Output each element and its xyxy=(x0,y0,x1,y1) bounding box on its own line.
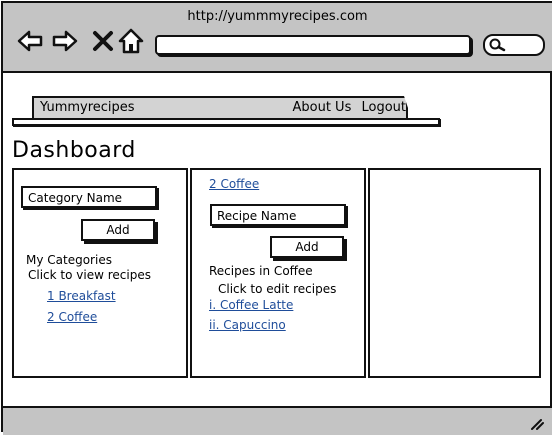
search-icon xyxy=(489,38,506,52)
recipe-link-latte[interactable]: i. Coffee Latte xyxy=(209,298,293,312)
detail-panel xyxy=(368,168,541,378)
recipe-name-input[interactable]: Recipe Name xyxy=(210,204,346,226)
recipes-panel: 2 Coffee Recipe Name Add Recipes in Coff… xyxy=(190,168,366,378)
status-bar xyxy=(3,406,552,435)
nav-brand[interactable]: Yummyrecipes xyxy=(40,100,135,115)
categories-hint: Click to view recipes xyxy=(28,268,151,282)
recipe-link-capuccino[interactable]: ii. Capuccino xyxy=(209,318,286,332)
home-icon[interactable] xyxy=(117,27,145,55)
category-link-coffee[interactable]: 2 Coffee xyxy=(47,310,97,324)
nav-underline xyxy=(12,118,440,126)
category-link-breakfast[interactable]: 1 Breakfast xyxy=(47,289,116,303)
add-recipe-button[interactable]: Add xyxy=(270,236,344,258)
search-box[interactable] xyxy=(483,34,545,56)
forward-icon[interactable] xyxy=(51,27,79,55)
page-title: Dashboard xyxy=(12,138,136,163)
nav-right-links: About Us Logout xyxy=(286,100,406,115)
category-name-input[interactable]: Category Name xyxy=(21,186,157,208)
address-bar[interactable] xyxy=(155,35,471,55)
add-category-button[interactable]: Add xyxy=(81,219,155,241)
recipes-heading: Recipes in Coffee xyxy=(209,264,313,278)
my-categories-heading: My Categories xyxy=(26,253,112,267)
selected-category-link[interactable]: 2 Coffee xyxy=(209,177,259,191)
nav-logout-link[interactable]: Logout xyxy=(361,100,406,115)
back-icon[interactable] xyxy=(16,27,44,55)
nav-about-link[interactable]: About Us xyxy=(292,100,351,115)
browser-toolbar: http://yummmyrecipes.com xyxy=(3,3,552,73)
url-title: http://yummmyrecipes.com xyxy=(187,9,368,24)
site-nav-bar: Yummyrecipes About Us Logout xyxy=(32,96,408,120)
recipes-hint: Click to edit recipes xyxy=(218,282,337,296)
categories-panel: Category Name Add My Categories Click to… xyxy=(12,168,188,378)
close-icon[interactable] xyxy=(89,27,117,55)
resize-grip-icon[interactable] xyxy=(528,418,544,430)
